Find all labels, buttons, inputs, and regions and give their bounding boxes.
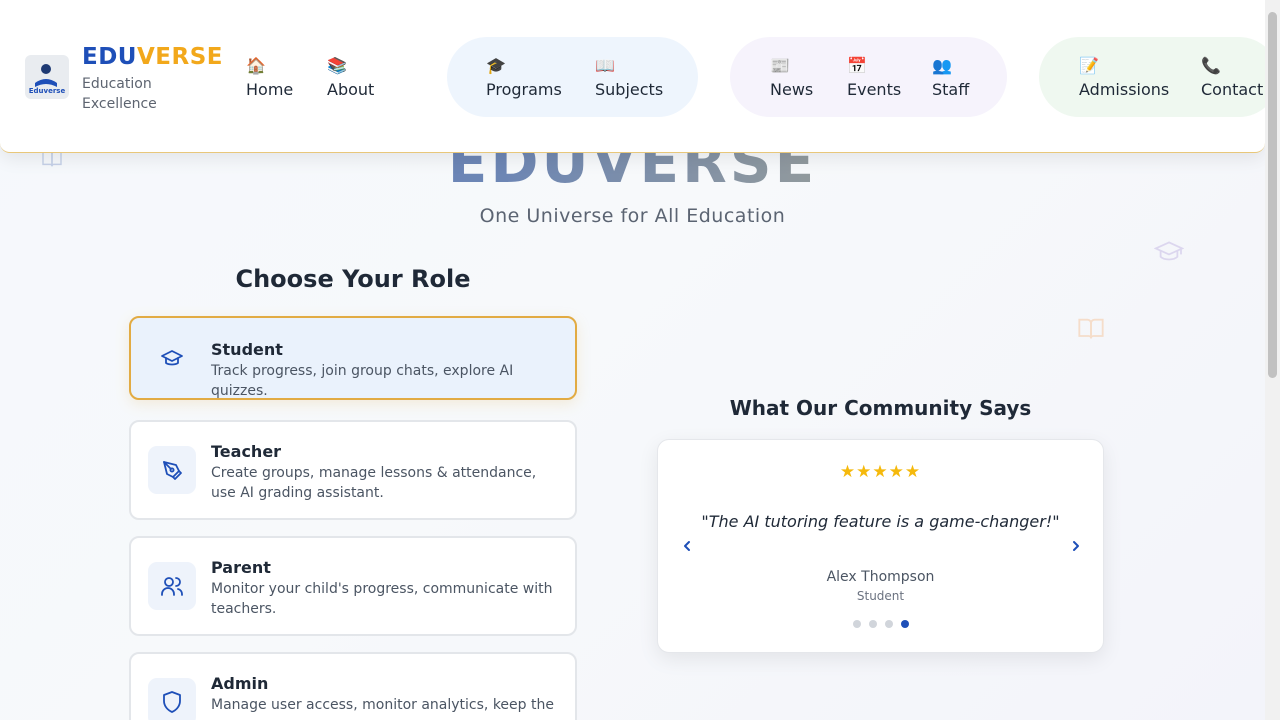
- slide-indicators: [658, 620, 1103, 628]
- brand-name-part1: EDU: [82, 44, 137, 70]
- role-desc-student: Track progress, join group chats, explor…: [211, 363, 514, 399]
- open-book-icon: 📖: [595, 56, 615, 75]
- logo[interactable]: Eduverse: [25, 55, 69, 99]
- logo-text: Eduverse: [29, 87, 66, 95]
- nav-subjects[interactable]: 📖 Subjects: [595, 56, 663, 99]
- newspaper-icon: 📰: [770, 56, 790, 75]
- users-icon: [161, 577, 183, 596]
- graduation-cap-icon: [1154, 241, 1184, 261]
- nav-about-label: About: [327, 80, 375, 99]
- brand: EDUVERSE Education Excellence: [82, 44, 223, 114]
- phone-icon: 📞: [1201, 56, 1221, 75]
- role-card-student[interactable]: Student Track progress, join group chats…: [129, 316, 577, 400]
- brand-name-part2: VERSE: [136, 44, 223, 70]
- nav-programs[interactable]: 🎓 Programs: [486, 56, 562, 99]
- site-header: Eduverse EDUVERSE Education Excellence 🏠…: [0, 0, 1279, 153]
- nav-contact[interactable]: 📞 Contact: [1201, 56, 1263, 99]
- logo-emblem-icon: Eduverse: [29, 64, 66, 95]
- slide-dot-active[interactable]: [900, 620, 909, 628]
- nav-staff-label: Staff: [932, 80, 970, 99]
- graduation-cap-icon: [161, 350, 183, 366]
- roles-title: Choose Your Role: [235, 265, 471, 293]
- nav-home-label: Home: [246, 80, 294, 99]
- role-name-admin: Admin: [211, 674, 269, 693]
- role-icon-admin: [148, 678, 196, 720]
- nav-home[interactable]: 🏠 Home: [246, 56, 293, 99]
- slide-dot[interactable]: [852, 620, 861, 628]
- role-desc-teacher: Create groups, manage lessons & attendan…: [211, 465, 537, 501]
- role-icon-parent: [148, 562, 196, 610]
- brand-tagline: Education Excellence: [82, 76, 157, 112]
- book-open-icon: [1078, 318, 1104, 339]
- memo-icon: 📝: [1079, 56, 1099, 75]
- role-card-admin[interactable]: Admin Manage user access, monitor analyt…: [129, 652, 577, 720]
- nav-programs-label: Programs: [486, 80, 562, 99]
- nav-staff[interactable]: 👥 Staff: [932, 56, 969, 99]
- rating-stars: ★★★★★: [658, 462, 1103, 482]
- testimonial-author-role: Student: [856, 589, 905, 603]
- nav-news[interactable]: 📰 News: [770, 56, 813, 99]
- slide-dot[interactable]: [884, 620, 893, 628]
- brand-name: EDUVERSE: [82, 44, 223, 70]
- star-icon: ★: [872, 462, 889, 482]
- role-name-parent: Parent: [211, 558, 271, 577]
- scrollbar-thumb[interactable]: [1268, 12, 1277, 378]
- prev-slide-button[interactable]: [677, 536, 697, 556]
- graduation-cap-icon: 🎓: [486, 56, 506, 75]
- calendar-icon: 📅: [847, 56, 867, 75]
- nav-contact-label: Contact: [1201, 80, 1264, 99]
- nav-subjects-label: Subjects: [595, 80, 664, 99]
- role-name-teacher: Teacher: [211, 442, 282, 461]
- testimonial-card: ★★★★★ "The AI tutoring feature is a game…: [657, 439, 1104, 653]
- nav-admissions-label: Admissions: [1079, 80, 1170, 99]
- role-card-parent[interactable]: Parent Monitor your child's progress, co…: [129, 536, 577, 636]
- chevron-left-icon: [684, 541, 690, 551]
- home-icon: 🏠: [246, 56, 266, 75]
- testimonials-title: What Our Community Says: [729, 396, 1032, 420]
- nav-admissions[interactable]: 📝 Admissions: [1079, 56, 1169, 99]
- role-desc-admin: Manage user access, monitor analytics, k…: [211, 697, 554, 713]
- role-card-teacher[interactable]: Teacher Create groups, manage lessons & …: [129, 420, 577, 520]
- nav-about[interactable]: 📚 About: [327, 56, 374, 99]
- pen-tool-icon: [163, 461, 182, 480]
- star-icon: ★: [904, 462, 922, 482]
- page-scrollbar[interactable]: [1265, 0, 1280, 720]
- testimonial-quote: "The AI tutoring feature is a game-chang…: [701, 512, 1060, 531]
- people-icon: 👥: [932, 56, 952, 75]
- chevron-right-icon: [1073, 541, 1079, 551]
- nav-events[interactable]: 📅 Events: [847, 56, 901, 99]
- nav-events-label: Events: [847, 80, 902, 99]
- role-icon-student: [148, 334, 196, 382]
- nav-news-label: News: [770, 80, 814, 99]
- star-icon: ★: [856, 462, 873, 482]
- next-slide-button[interactable]: [1066, 536, 1086, 556]
- shield-icon: [163, 691, 181, 713]
- star-icon: ★: [888, 462, 905, 482]
- role-icon-teacher: [148, 446, 196, 494]
- role-desc-parent: Monitor your child's progress, communica…: [211, 581, 553, 617]
- hero-subtitle: One Universe for All Education: [479, 205, 786, 227]
- role-name-student: Student: [211, 340, 283, 359]
- books-icon: 📚: [327, 56, 347, 75]
- star-icon: ★: [839, 462, 857, 482]
- testimonial-author: Alex Thompson: [826, 569, 935, 585]
- slide-dot[interactable]: [868, 620, 877, 628]
